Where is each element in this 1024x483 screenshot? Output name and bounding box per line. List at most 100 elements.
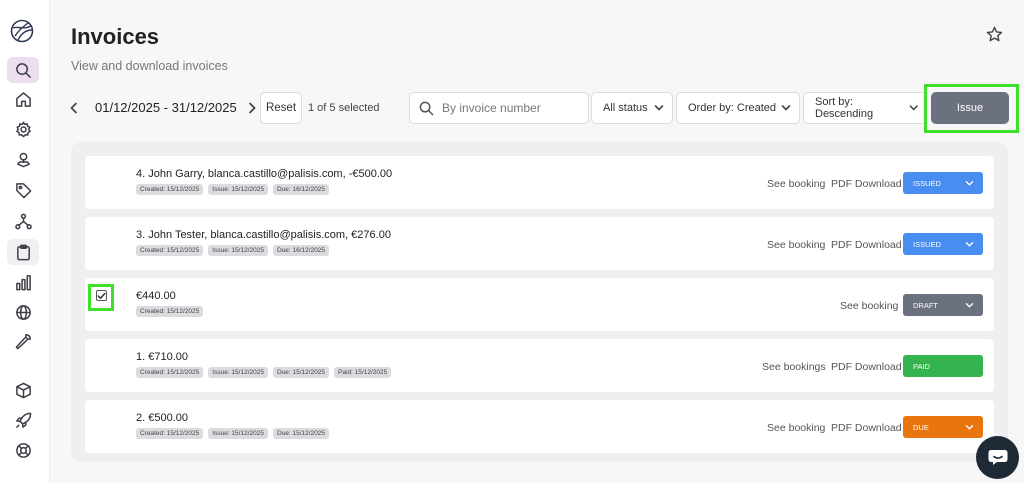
order-by-dropdown[interactable]: Order by: Created	[676, 92, 800, 124]
sidebar-item-tags[interactable]	[7, 177, 39, 203]
created-date-tag: Created: 15/12/2025	[136, 428, 204, 439]
invoice-row: €440.00 Created: 15/12/2025 See booking …	[85, 278, 994, 331]
invoice-search-input[interactable]	[442, 101, 582, 115]
chevron-down-icon	[781, 105, 791, 111]
due-date-tag: Due: 15/12/2025	[272, 428, 330, 439]
status-label: ISSUED	[913, 239, 941, 249]
lifebuoy-icon	[15, 442, 31, 458]
invoice-summary: 2. €500.00	[136, 412, 188, 424]
invoice-summary: €440.00	[136, 290, 176, 302]
see-booking-link[interactable]: See booking	[767, 422, 825, 434]
invoice-tags: Created: 15/12/2025	[136, 306, 204, 317]
selected-count: 1 of 5 selected	[308, 102, 380, 114]
sidebar-item-home[interactable]	[7, 86, 39, 112]
chevron-down-icon	[654, 105, 664, 111]
sort-by-dropdown[interactable]: Sort by: Descending	[803, 92, 927, 124]
sidebar-item-contacts[interactable]	[7, 146, 39, 172]
wrench-icon	[15, 333, 31, 349]
sidebar-item-reports[interactable]	[7, 269, 39, 295]
invoice-summary: 4. John Garry, blanca.castillo@palisis.c…	[136, 168, 393, 180]
globe-icon	[15, 304, 31, 320]
chat-icon	[988, 450, 1007, 465]
status-badge-paid[interactable]: PAID	[903, 355, 983, 377]
home-icon	[15, 91, 31, 107]
sidebar-item-tools[interactable]	[7, 328, 39, 354]
status-dropdown-draft[interactable]: DRAFT	[903, 294, 983, 316]
created-date-tag: Created: 15/12/2025	[136, 306, 204, 317]
invoice-tags: Created: 15/12/2025 Issue: 15/12/2025 Du…	[136, 367, 392, 378]
network-icon	[14, 213, 32, 229]
status-label: DRAFT	[913, 300, 938, 310]
invoice-row: 3. John Tester, blanca.castillo@palisis.…	[85, 217, 994, 270]
see-bookings-link[interactable]: See bookings	[762, 361, 826, 373]
pdf-download-link[interactable]: PDF Download	[831, 239, 902, 251]
chevron-down-icon	[965, 180, 974, 186]
status-label: DUE	[913, 422, 929, 432]
sidebar-item-products[interactable]	[7, 377, 39, 403]
invoice-summary: 3. John Tester, blanca.castillo@palisis.…	[136, 229, 391, 241]
due-date-tag: Due: 16/12/2025	[272, 245, 330, 256]
chevron-down-icon	[909, 105, 918, 111]
sidebar-item-search[interactable]	[7, 57, 39, 83]
checkbox-highlight	[88, 284, 114, 311]
page-title: Invoices	[71, 24, 160, 49]
invoice-row: 4. John Garry, blanca.castillo@palisis.c…	[85, 156, 994, 209]
due-date-tag: Due: 15/12/2025	[272, 367, 330, 378]
page-subtitle: View and download invoices	[71, 59, 228, 73]
status-filter-value: All status	[603, 102, 648, 114]
invoice-row: 2. €500.00 Created: 15/12/2025 Issue: 15…	[85, 400, 994, 453]
issue-date-tag: Issue: 15/12/2025	[208, 184, 268, 195]
user-pin-icon	[16, 152, 30, 167]
search-icon	[15, 62, 31, 78]
tag-icon	[15, 182, 31, 198]
logo-icon[interactable]	[9, 18, 35, 44]
pdf-download-link[interactable]: PDF Download	[831, 422, 902, 434]
chevron-right-icon	[249, 102, 256, 114]
previous-period-button[interactable]	[67, 100, 81, 116]
pdf-download-link[interactable]: PDF Download	[831, 361, 902, 373]
chevron-down-icon	[965, 241, 974, 247]
chevron-left-icon	[70, 102, 77, 114]
reset-button[interactable]: Reset	[260, 92, 302, 124]
search-box[interactable]	[409, 92, 589, 124]
sidebar-item-invoices[interactable]	[7, 239, 39, 265]
invoice-list: 4. John Garry, blanca.castillo@palisis.c…	[71, 142, 1008, 462]
created-date-tag: Created: 15/12/2025	[136, 367, 204, 378]
sidebar	[0, 0, 50, 483]
next-period-button[interactable]	[245, 100, 259, 116]
search-icon	[419, 101, 434, 115]
sidebar-item-launch[interactable]	[7, 407, 39, 433]
see-booking-link[interactable]: See booking	[767, 239, 825, 251]
favorite-button[interactable]	[986, 26, 1003, 43]
sort-by-value: Sort by: Descending	[815, 96, 874, 120]
chevron-down-icon	[965, 424, 974, 430]
status-dropdown-due[interactable]: DUE	[903, 416, 983, 438]
issue-date-tag: Issue: 15/12/2025	[208, 428, 268, 439]
invoice-tags: Created: 15/12/2025 Issue: 15/12/2025 Du…	[136, 428, 330, 439]
paid-date-tag: Paid: 15/12/2025	[334, 367, 392, 378]
chevron-down-icon	[965, 302, 974, 308]
sidebar-item-settings[interactable]	[7, 116, 39, 142]
invoice-summary: 1. €710.00	[136, 351, 188, 363]
cube-icon	[15, 382, 31, 398]
invoice-tags: Created: 15/12/2025 Issue: 15/12/2025 Du…	[136, 184, 330, 195]
created-date-tag: Created: 15/12/2025	[136, 184, 204, 195]
status-dropdown-issued[interactable]: ISSUED	[903, 233, 983, 255]
status-filter-dropdown[interactable]: All status	[591, 92, 673, 124]
chat-widget-button[interactable]	[976, 436, 1019, 479]
invoice-tags: Created: 15/12/2025 Issue: 15/12/2025 Du…	[136, 245, 330, 256]
order-by-value: Order by: Created	[688, 102, 777, 114]
star-icon	[986, 26, 1003, 42]
see-booking-link[interactable]: See booking	[767, 178, 825, 190]
sidebar-item-support[interactable]	[7, 437, 39, 463]
status-label: PAID	[913, 361, 930, 371]
issue-button[interactable]: Issue	[931, 92, 1009, 124]
date-range[interactable]: 01/12/2025 - 31/12/2025	[95, 100, 237, 115]
sidebar-item-web[interactable]	[7, 299, 39, 325]
pdf-download-link[interactable]: PDF Download	[831, 178, 902, 190]
bar-chart-icon	[15, 274, 31, 290]
status-dropdown-issued[interactable]: ISSUED	[903, 172, 983, 194]
see-booking-link[interactable]: See booking	[840, 300, 898, 312]
sidebar-item-network[interactable]	[7, 208, 39, 234]
issue-date-tag: Issue: 15/12/2025	[208, 245, 268, 256]
